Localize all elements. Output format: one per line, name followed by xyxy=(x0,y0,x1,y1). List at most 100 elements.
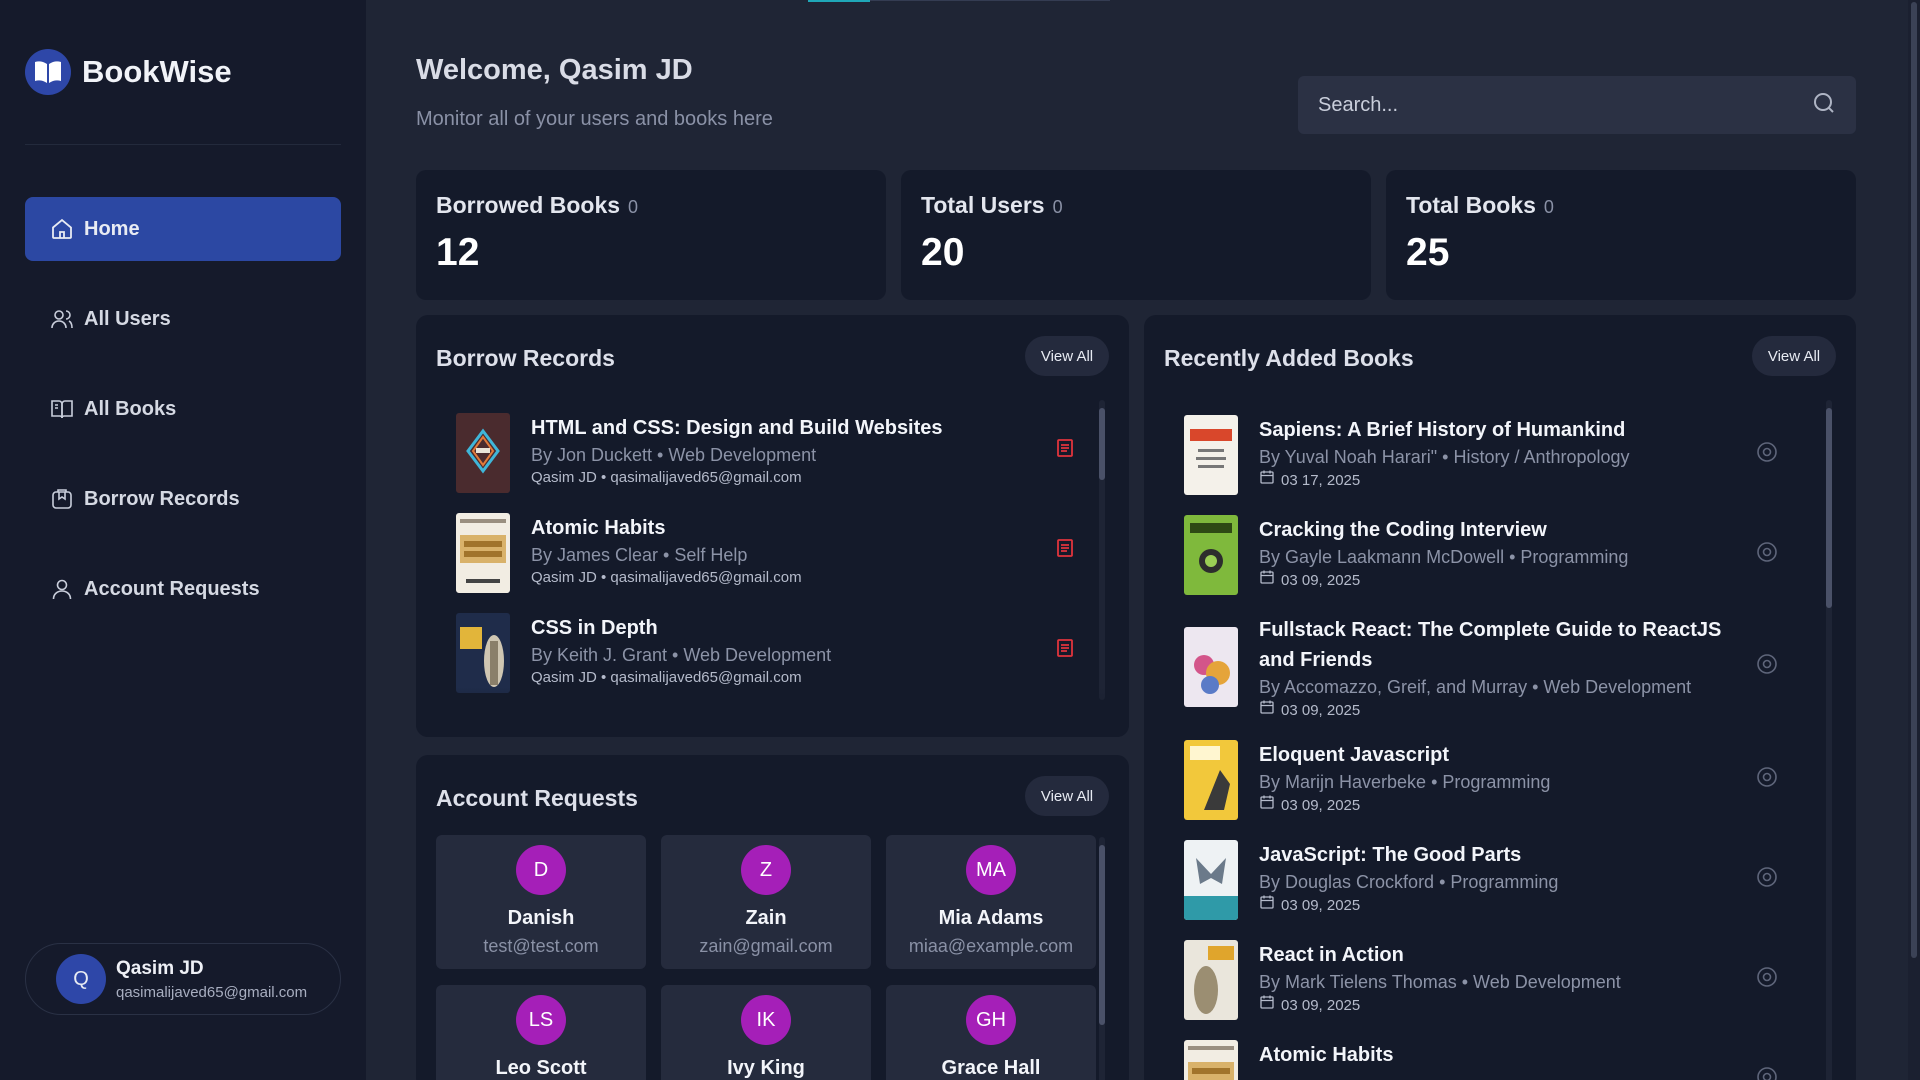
stat-value: 12 xyxy=(436,231,480,274)
eye-icon[interactable] xyxy=(1756,766,1778,788)
borrow-records-list: HTML and CSS: Design and Build Websites … xyxy=(456,413,1086,713)
book-meta: By Douglas Crockford • Programming xyxy=(1259,872,1559,892)
stat-badge: 0 xyxy=(1052,197,1063,217)
stat-badge: 0 xyxy=(628,197,639,217)
panel-title: Account Requests xyxy=(436,785,638,811)
book-title: Fullstack React: The Complete Guide to R… xyxy=(1259,619,1722,671)
page-scrollbar-thumb[interactable] xyxy=(1911,2,1917,958)
eye-icon[interactable] xyxy=(1756,541,1778,563)
scrollbar-thumb[interactable] xyxy=(1099,408,1105,480)
book-meta: By James Clear • Self Help xyxy=(531,545,748,565)
list-item[interactable]: Fullstack React: The Complete Guide to R… xyxy=(1184,615,1804,725)
request-name: Grace Hall xyxy=(941,1057,1041,1079)
profile-name: Qasim JD xyxy=(116,957,204,979)
book-meta: By Jon Duckett • Web Development xyxy=(531,445,817,465)
panel-title: Recently Added Books xyxy=(1164,345,1414,371)
scrollbar[interactable] xyxy=(1099,400,1105,700)
scrollbar-thumb[interactable] xyxy=(1826,408,1832,608)
book-title: HTML and CSS: Design and Build Websites xyxy=(531,417,943,439)
avatar: GH xyxy=(966,995,1016,1045)
book-meta: By Gayle Laakmann McDowell • Programming xyxy=(1259,547,1629,567)
avatar: LS xyxy=(516,995,566,1045)
book-title: Cracking the Coding Interview xyxy=(1259,519,1547,541)
brand[interactable]: BookWise xyxy=(25,49,232,95)
book-title: Atomic Habits xyxy=(531,517,666,539)
book-meta: By Marijn Haverbeke • Programming xyxy=(1259,772,1551,792)
list-item[interactable]: React in Action By Mark Tielens Thomas •… xyxy=(1184,940,1804,1030)
book-title: Atomic Habits xyxy=(1259,1044,1394,1066)
search-input[interactable] xyxy=(1318,93,1812,117)
scrollbar[interactable] xyxy=(1099,837,1105,1080)
user-profile[interactable]: Q Qasim JD qasimalijaved65@gmail.com xyxy=(25,943,341,1015)
profile-email: qasimalijaved65@gmail.com xyxy=(116,983,308,1001)
sidebar-item-label: All Users xyxy=(84,307,171,330)
request-card[interactable]: LS Leo Scott xyxy=(436,985,646,1080)
scrollbar[interactable] xyxy=(1826,400,1832,1080)
eye-icon[interactable] xyxy=(1756,653,1778,675)
sidebar-item-label: Borrow Records xyxy=(84,487,240,510)
eye-icon[interactable] xyxy=(1756,866,1778,888)
request-email: test@test.com xyxy=(483,936,599,956)
book-title: Sapiens: A Brief History of Humankind xyxy=(1259,419,1626,441)
list-item[interactable]: Atomic Habits xyxy=(1184,1040,1804,1080)
request-card[interactable]: Z Zain zain@gmail.com xyxy=(661,835,871,969)
list-item[interactable]: Atomic Habits By James Clear • Self Help… xyxy=(456,513,1086,603)
avatar: Q xyxy=(56,954,106,1004)
book-cover xyxy=(456,413,510,493)
book-cover xyxy=(1184,940,1238,1020)
sidebar-item-all-books[interactable]: All Books xyxy=(25,377,341,441)
borrower-info: Qasim JD • qasimalijaved65@gmail.com xyxy=(531,569,802,586)
request-email: miaa@example.com xyxy=(908,936,1074,956)
sidebar-item-label: Account Requests xyxy=(84,577,260,600)
book-date: 03 09, 2025 xyxy=(1281,701,1361,719)
fade-overlay xyxy=(416,687,1129,737)
book-date: 03 09, 2025 xyxy=(1281,796,1361,814)
recently-added-books-panel: Recently Added Books View All Sapiens: A… xyxy=(1144,315,1856,1080)
list-item[interactable]: Eloquent Javascript By Marijn Haverbeke … xyxy=(1184,740,1804,830)
list-item[interactable]: JavaScript: The Good Parts By Douglas Cr… xyxy=(1184,840,1804,930)
book-meta: By Accomazzo, Greif, and Murray • Web De… xyxy=(1259,677,1692,697)
list-item[interactable]: Cracking the Coding Interview By Gayle L… xyxy=(1184,515,1804,605)
request-card[interactable]: IK Ivy King xyxy=(661,985,871,1080)
sidebar-item-all-users[interactable]: All Users xyxy=(25,287,341,351)
request-card[interactable]: MA Mia Adams miaa@example.com xyxy=(886,835,1096,969)
request-card[interactable]: GH Grace Hall xyxy=(886,985,1096,1080)
receipt-icon[interactable] xyxy=(1054,637,1076,659)
book-title: JavaScript: The Good Parts xyxy=(1259,844,1522,866)
book-meta: By Keith J. Grant • Web Development xyxy=(531,645,832,665)
book-date: 03 09, 2025 xyxy=(1281,571,1361,589)
user-icon xyxy=(50,577,74,601)
request-name: Mia Adams xyxy=(938,907,1044,929)
avatar: Z xyxy=(741,845,791,895)
eye-icon[interactable] xyxy=(1756,441,1778,463)
list-item[interactable]: Sapiens: A Brief History of Humankind By… xyxy=(1184,415,1804,505)
eye-icon[interactable] xyxy=(1756,966,1778,988)
book-meta: By Mark Tielens Thomas • Web Development xyxy=(1259,972,1621,992)
request-card[interactable]: D Danish test@test.com xyxy=(436,835,646,969)
receipt-icon[interactable] xyxy=(1054,537,1076,559)
list-item[interactable]: HTML and CSS: Design and Build Websites … xyxy=(456,413,1086,503)
view-all-button[interactable]: View All xyxy=(1025,776,1109,816)
book-title: CSS in Depth xyxy=(531,617,658,639)
page-scrollbar[interactable] xyxy=(1908,0,1920,1080)
view-all-button[interactable]: View All xyxy=(1025,336,1109,376)
book-open-icon xyxy=(50,397,74,421)
request-name: Leo Scott xyxy=(495,1057,587,1079)
eye-icon[interactable] xyxy=(1756,1066,1778,1080)
sidebar-item-borrow-records[interactable]: Borrow Records xyxy=(25,467,341,531)
request-email: zain@gmail.com xyxy=(699,936,833,956)
panel-title: Borrow Records xyxy=(436,345,615,371)
receipt-icon[interactable] xyxy=(1054,437,1076,459)
avatar: IK xyxy=(741,995,791,1045)
search-icon[interactable] xyxy=(1812,91,1836,120)
sidebar-item-label: All Books xyxy=(84,397,177,420)
book-cover xyxy=(1184,840,1238,920)
view-all-button[interactable]: View All xyxy=(1752,336,1836,376)
book-title: React in Action xyxy=(1259,944,1404,966)
stat-title: Total Users xyxy=(921,192,1045,218)
scrollbar-thumb[interactable] xyxy=(1099,845,1105,1025)
book-cover xyxy=(1184,1040,1238,1080)
avatar: MA xyxy=(966,845,1016,895)
sidebar-item-home[interactable]: Home xyxy=(25,197,341,261)
sidebar-item-account-requests[interactable]: Account Requests xyxy=(25,557,341,621)
